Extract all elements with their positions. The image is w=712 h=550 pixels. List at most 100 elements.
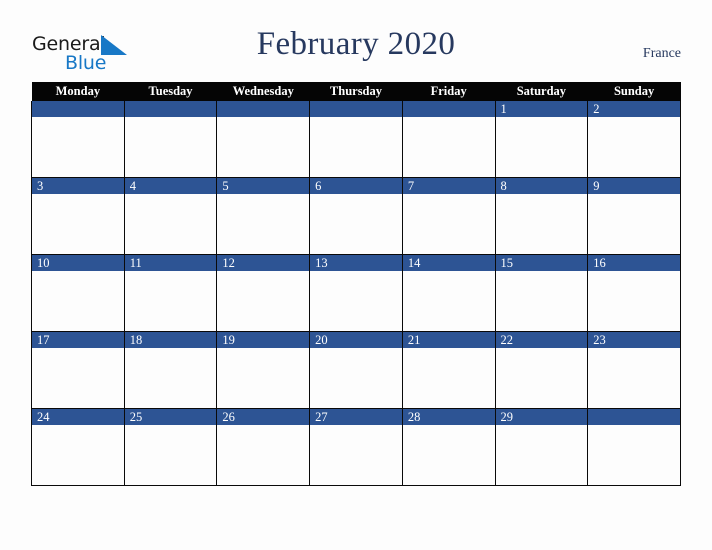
day-number: 26 <box>217 409 310 425</box>
calendar-day-cell[interactable]: 7 <box>401 177 496 255</box>
day-number: 25 <box>124 409 217 425</box>
day-content-area[interactable] <box>402 425 495 485</box>
calendar-day-cell[interactable]: 14 <box>401 254 496 332</box>
calendar-day-cell[interactable]: 15 <box>494 254 589 332</box>
day-content-area[interactable] <box>495 117 588 177</box>
day-content-area[interactable] <box>217 348 310 408</box>
day-content-area[interactable] <box>32 348 124 408</box>
day-content-area[interactable] <box>124 271 217 331</box>
calendar-day-cell[interactable]: 19 <box>216 331 311 409</box>
day-content-area[interactable] <box>310 425 402 485</box>
day-content-area[interactable] <box>310 348 402 408</box>
calendar-day-cell[interactable]: 24 <box>31 408 125 486</box>
day-number: 13 <box>310 255 402 271</box>
day-content-area[interactable] <box>310 117 402 177</box>
day-content-area[interactable] <box>124 425 217 485</box>
day-content-area[interactable] <box>588 425 680 485</box>
calendar-day-cell[interactable]: 12 <box>216 254 311 332</box>
calendar-day-cell[interactable]: 8 <box>494 177 589 255</box>
day-number: 28 <box>402 409 495 425</box>
day-content-area[interactable] <box>32 271 124 331</box>
page-header: General Blue February 2020 France <box>0 0 712 82</box>
calendar-day-cell[interactable]: 27 <box>309 408 403 486</box>
day-content-area[interactable] <box>310 194 402 254</box>
day-content-area[interactable] <box>32 117 124 177</box>
calendar-day-cell[interactable] <box>123 101 218 178</box>
calendar-week-row: 3 4 5 6 7 8 9 <box>31 177 681 255</box>
calendar-day-cell[interactable] <box>587 408 681 486</box>
day-number: 11 <box>124 255 217 271</box>
day-content-area[interactable] <box>217 425 310 485</box>
calendar-table: Monday Tuesday Wednesday Thursday Friday… <box>31 82 681 486</box>
day-number: 5 <box>217 178 310 194</box>
calendar-day-cell[interactable]: 1 <box>494 101 589 178</box>
calendar-day-cell[interactable]: 18 <box>123 331 218 409</box>
calendar-day-cell[interactable]: 20 <box>309 331 403 409</box>
day-content-area[interactable] <box>588 271 680 331</box>
calendar-day-cell[interactable]: 25 <box>123 408 218 486</box>
day-number: 21 <box>402 332 495 348</box>
day-number: 24 <box>32 409 124 425</box>
day-number: 22 <box>495 332 588 348</box>
calendar-day-cell[interactable]: 29 <box>494 408 589 486</box>
day-content-area[interactable] <box>32 194 124 254</box>
day-content-area[interactable] <box>217 117 310 177</box>
day-content-area[interactable] <box>124 348 217 408</box>
calendar-day-cell[interactable] <box>216 101 311 178</box>
day-number: 20 <box>310 332 402 348</box>
calendar-day-cell[interactable]: 21 <box>401 331 496 409</box>
weekday-header-tuesday: Tuesday <box>124 82 217 101</box>
day-content-area[interactable] <box>495 194 588 254</box>
day-content-area[interactable] <box>495 425 588 485</box>
calendar-day-cell[interactable]: 17 <box>31 331 125 409</box>
day-number: 23 <box>588 332 680 348</box>
calendar-day-cell[interactable] <box>401 101 496 178</box>
calendar-day-cell[interactable]: 2 <box>587 101 681 178</box>
day-content-area[interactable] <box>402 117 495 177</box>
country-label: France <box>642 46 681 61</box>
day-content-area[interactable] <box>217 194 310 254</box>
day-content-area[interactable] <box>588 348 680 408</box>
day-content-area[interactable] <box>124 117 217 177</box>
day-number <box>310 101 402 117</box>
day-content-area[interactable] <box>588 194 680 254</box>
calendar-day-cell[interactable] <box>309 101 403 178</box>
calendar-day-cell[interactable] <box>31 101 125 178</box>
calendar-day-cell[interactable]: 6 <box>309 177 403 255</box>
day-number <box>32 101 124 117</box>
day-content-area[interactable] <box>402 271 495 331</box>
weekday-header-sunday: Sunday <box>587 82 681 101</box>
calendar-page: General Blue February 2020 France Monday… <box>0 0 712 550</box>
calendar-day-cell[interactable]: 5 <box>216 177 311 255</box>
calendar-day-cell[interactable]: 16 <box>587 254 681 332</box>
calendar-day-cell[interactable]: 11 <box>123 254 218 332</box>
day-number: 18 <box>124 332 217 348</box>
day-number: 17 <box>32 332 124 348</box>
day-content-area[interactable] <box>495 271 588 331</box>
calendar-day-cell[interactable]: 13 <box>309 254 403 332</box>
calendar-day-cell[interactable]: 22 <box>494 331 589 409</box>
day-content-area[interactable] <box>402 194 495 254</box>
calendar-day-cell[interactable]: 23 <box>587 331 681 409</box>
calendar-week-row: 24 25 26 27 28 29 <box>31 408 681 486</box>
day-content-area[interactable] <box>124 194 217 254</box>
day-number: 10 <box>32 255 124 271</box>
day-number: 4 <box>124 178 217 194</box>
day-number <box>588 409 680 425</box>
day-content-area[interactable] <box>402 348 495 408</box>
day-content-area[interactable] <box>310 271 402 331</box>
calendar-day-cell[interactable]: 9 <box>587 177 681 255</box>
day-number: 16 <box>588 255 680 271</box>
calendar-day-cell[interactable]: 4 <box>123 177 218 255</box>
day-content-area[interactable] <box>495 348 588 408</box>
calendar-day-cell[interactable]: 28 <box>401 408 496 486</box>
day-content-area[interactable] <box>32 425 124 485</box>
calendar-day-cell[interactable]: 10 <box>31 254 125 332</box>
weekday-header-row: Monday Tuesday Wednesday Thursday Friday… <box>31 82 681 101</box>
day-content-area[interactable] <box>217 271 310 331</box>
calendar-day-cell[interactable]: 26 <box>216 408 311 486</box>
calendar-day-cell[interactable]: 3 <box>31 177 125 255</box>
day-content-area[interactable] <box>588 117 680 177</box>
day-number <box>217 101 310 117</box>
weekday-header-friday: Friday <box>402 82 496 101</box>
